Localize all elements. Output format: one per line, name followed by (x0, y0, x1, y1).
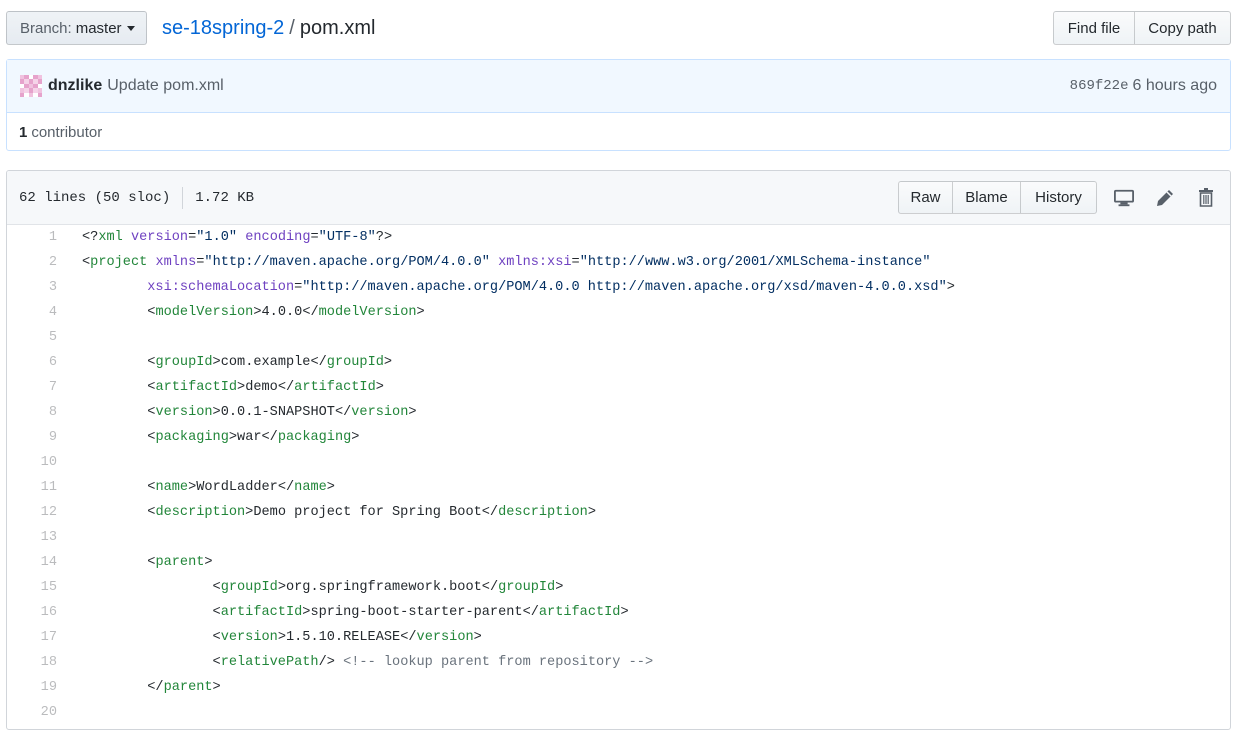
line-number[interactable]: 8 (7, 400, 57, 425)
code-line: 11 <name>WordLadder</name> (7, 475, 1230, 500)
line-content: <version>0.0.1-SNAPSHOT</version> (147, 405, 417, 420)
code-line: 4 <modelVersion>4.0.0</modelVersion> (7, 300, 1230, 325)
line-number[interactable]: 3 (7, 275, 57, 300)
line-number[interactable]: 6 (7, 350, 57, 375)
pencil-icon[interactable] (1155, 188, 1175, 208)
line-content: <modelVersion>4.0.0</modelVersion> (147, 305, 425, 320)
file-nav-buttons: Find file Copy path (1053, 11, 1231, 45)
find-file-button[interactable]: Find file (1053, 11, 1135, 45)
avatar[interactable] (20, 75, 42, 97)
line-number[interactable]: 10 (7, 450, 57, 475)
code-line: 13 (7, 525, 1230, 550)
branch-name: master (75, 19, 122, 37)
code-line: 20 (7, 700, 1230, 725)
code-line: 7 <artifactId>demo</artifactId> (7, 375, 1230, 400)
line-number[interactable]: 4 (7, 300, 57, 325)
blame-button[interactable]: Blame (952, 181, 1021, 214)
file-actions: Raw Blame History (898, 181, 1216, 214)
line-content: <name>WordLadder</name> (147, 480, 335, 495)
line-content (57, 525, 82, 550)
line-number[interactable]: 12 (7, 500, 57, 525)
code-line: 14 <parent> (7, 550, 1230, 575)
line-content: <relativePath/> <!-- lookup parent from … (212, 655, 654, 670)
line-number[interactable]: 9 (7, 425, 57, 450)
line-content: <packaging>war</packaging> (147, 430, 360, 445)
commit-tease: dnzlike Update pom.xml 869f22e 6 hours a… (7, 60, 1230, 113)
code-line: 2 <project xmlns="http://maven.apache.org… (7, 250, 1230, 275)
branch-select-button[interactable]: Branch: master (6, 11, 147, 45)
line-number[interactable]: 5 (7, 325, 57, 350)
breadcrumb-file-name: pom.xml (299, 17, 376, 39)
trash-icon[interactable] (1196, 188, 1216, 208)
code-line: 8 <version>0.0.1-SNAPSHOT</version> (7, 400, 1230, 425)
line-content: <project xmlns="http://maven.apache.org/… (82, 255, 931, 270)
line-content: xsi:schemaLocation="http://maven.apache.… (147, 280, 955, 295)
code-line: 16 <artifactId>spring-boot-starter-paren… (7, 600, 1230, 625)
line-content: <parent> (147, 555, 213, 570)
breadcrumb-separator: / (289, 17, 295, 39)
contributor-count: 1 (19, 123, 28, 141)
code-line: 9 <packaging>war</packaging> (7, 425, 1230, 450)
line-number[interactable]: 2 (7, 250, 57, 275)
line-content: <?xml version="1.0" encoding="UTF-8"?> (82, 230, 393, 245)
line-content: <groupId>org.springframework.boot</group… (212, 580, 564, 595)
commit-time: 6 hours ago (1132, 77, 1217, 94)
file-line-count: 62 lines (50 sloc) (19, 189, 171, 206)
contributor-label: contributor (31, 123, 103, 141)
line-number[interactable]: 1 (7, 225, 57, 250)
line-content: <artifactId>demo</artifactId> (147, 380, 384, 395)
line-number[interactable]: 20 (7, 700, 57, 725)
code-line: 12 <description>Demo project for Spring … (7, 500, 1230, 525)
line-content: <description>Demo project for Spring Boo… (147, 505, 596, 520)
line-content: <artifactId>spring-boot-starter-parent</… (212, 605, 629, 620)
line-number[interactable]: 14 (7, 550, 57, 575)
line-number[interactable]: 17 (7, 625, 57, 650)
code-line: 3 xsi:schemaLocation="http://maven.apach… (7, 275, 1230, 300)
line-number[interactable]: 18 (7, 650, 57, 675)
code-line: 1 <?xml version="1.0" encoding="UTF-8"?> (7, 225, 1230, 250)
breadcrumb: se-18spring-2/pom.xml (162, 15, 375, 41)
file-box: 62 lines (50 sloc) 1.72 KB Raw Blame His… (6, 170, 1231, 730)
commit-box: dnzlike Update pom.xml 869f22e 6 hours a… (6, 59, 1231, 151)
code-line: 5 (7, 325, 1230, 350)
contributors-summary[interactable]: 1 contributor (7, 113, 1230, 151)
line-number[interactable]: 13 (7, 525, 57, 550)
file-action-buttons: Raw Blame History (898, 181, 1097, 214)
commit-meta: 869f22e 6 hours ago (1070, 60, 1217, 112)
code-line: 10 (7, 450, 1230, 475)
file-header: 62 lines (50 sloc) 1.72 KB Raw Blame His… (7, 171, 1230, 225)
desktop-icon[interactable] (1114, 188, 1134, 208)
commit-author-link[interactable]: dnzlike (48, 77, 102, 95)
raw-button[interactable]: Raw (898, 181, 953, 214)
code-view: 1 <?xml version="1.0" encoding="UTF-8"?> 2… (7, 225, 1230, 725)
branch-label: Branch: (20, 19, 72, 37)
line-number[interactable]: 19 (7, 675, 57, 700)
file-size: 1.72 KB (195, 189, 255, 206)
line-content: <groupId>com.example</groupId> (147, 355, 393, 370)
copy-path-button[interactable]: Copy path (1134, 11, 1231, 45)
line-content (57, 700, 82, 725)
breadcrumb-repo-link[interactable]: se-18spring-2 (162, 17, 284, 39)
line-content: <version>1.5.10.RELEASE</version> (212, 630, 482, 645)
code-line: 15 <groupId>org.springframework.boot</gr… (7, 575, 1230, 600)
code-line: 6 <groupId>com.example</groupId> (7, 350, 1230, 375)
line-content (57, 450, 82, 475)
line-content: </parent> (147, 680, 221, 695)
file-navigation: Branch: master se-18spring-2/pom.xml Fin… (6, 11, 1231, 45)
line-content (57, 325, 82, 350)
history-button[interactable]: History (1020, 181, 1097, 214)
line-number[interactable]: 15 (7, 575, 57, 600)
caret-down-icon (126, 26, 135, 31)
code-line: 18 <relativePath/> <!-- lookup parent fr… (7, 650, 1230, 675)
line-number[interactable]: 7 (7, 375, 57, 400)
commit-message-link[interactable]: Update pom.xml (107, 77, 224, 95)
line-number[interactable]: 16 (7, 600, 57, 625)
commit-sha-link[interactable]: 869f22e (1070, 78, 1129, 94)
code-line: 17 <version>1.5.10.RELEASE</version> (7, 625, 1230, 650)
code-line: 19 </parent> (7, 675, 1230, 700)
line-number[interactable]: 11 (7, 475, 57, 500)
file-info-divider (182, 186, 184, 209)
file-info: 62 lines (50 sloc) 1.72 KB (19, 171, 254, 224)
